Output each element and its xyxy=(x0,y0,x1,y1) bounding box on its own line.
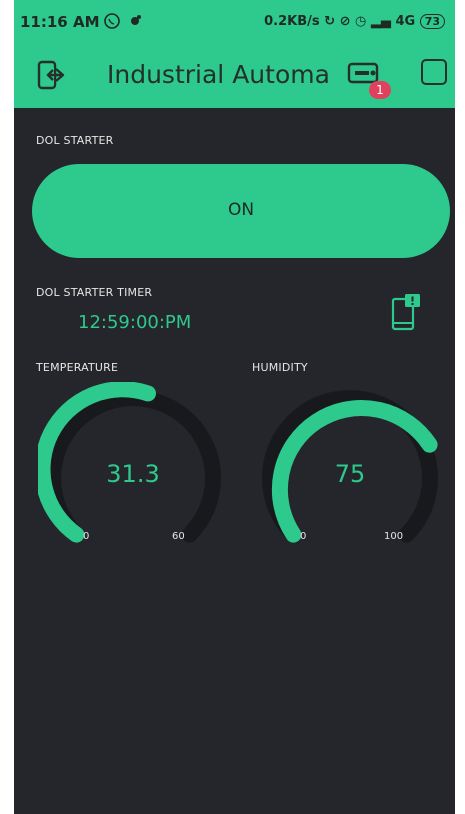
temperature-value: 31.3 xyxy=(106,460,160,488)
temperature-max: 60 xyxy=(172,531,185,542)
humidity-label: HUMIDITY xyxy=(252,361,308,374)
humidity-gauge: 75 0 100 xyxy=(255,382,445,552)
app-bar: Industrial Automa 1 xyxy=(14,44,455,108)
status-time: 11:16 AM xyxy=(20,13,100,31)
on-button-label: ON xyxy=(227,200,255,220)
temperature-label: TEMPERATURE xyxy=(36,361,119,374)
humidity-min: 0 xyxy=(300,531,307,542)
battery-level: 73 xyxy=(424,15,440,28)
no-alarm-icon: ⊘ xyxy=(339,14,351,29)
battery-icon: 73 xyxy=(419,14,445,29)
dol-starter-label: DOL STARTER xyxy=(36,134,114,147)
alarm-icon: ◷ xyxy=(355,14,367,29)
notification-badge: 1 xyxy=(369,81,391,99)
timer-value: 12:59:00:PM xyxy=(78,312,192,333)
signal-icon: ▂▄ xyxy=(370,14,391,29)
temperature-gauge: 31.3 0 60 xyxy=(34,381,228,552)
status-bar: 11:16 AM 0.2KB/s ↻ ⊘ ◷ ▂▄ 4G 73 xyxy=(14,0,455,44)
on-button[interactable]: ON xyxy=(32,164,450,258)
humidity-value: 75 xyxy=(334,460,366,488)
network-type: 4G xyxy=(395,14,416,29)
whatsapp-icon xyxy=(103,12,121,34)
humidity-max: 100 xyxy=(384,531,404,542)
temperature-min: 0 xyxy=(83,531,90,542)
timer-label: DOL STARTER TIMER xyxy=(36,286,153,299)
phone-screen: 11:16 AM 0.2KB/s ↻ ⊘ ◷ ▂▄ 4G 73 Industri… xyxy=(14,0,455,814)
sync-icon: ↻ xyxy=(324,14,336,29)
app-title: Industrial Automa xyxy=(107,60,330,89)
square-icon[interactable] xyxy=(421,59,447,85)
exit-icon[interactable] xyxy=(36,59,66,95)
notification-count: 1 xyxy=(376,83,384,97)
status-icons: 0.2KB/s ↻ ⊘ ◷ ▂▄ 4G 73 xyxy=(264,14,445,29)
notification-icon xyxy=(127,13,143,33)
phone-notification-icon[interactable] xyxy=(390,293,424,335)
network-speed: 0.2KB/s xyxy=(264,14,320,29)
